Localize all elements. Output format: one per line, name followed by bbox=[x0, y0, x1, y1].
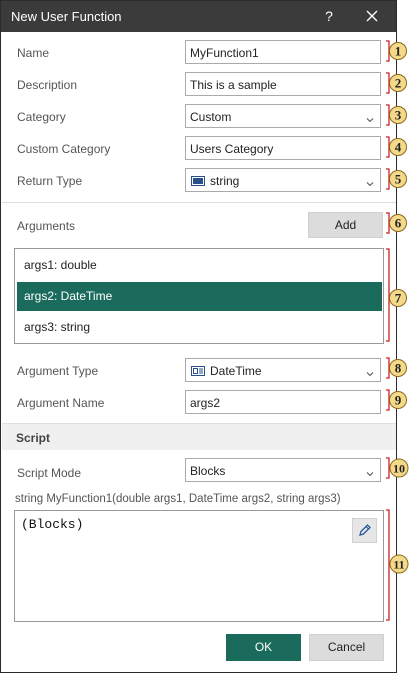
window-title: New User Function bbox=[11, 9, 122, 24]
category-value: Custom bbox=[190, 110, 232, 124]
script-mode-label: Script Mode bbox=[17, 466, 82, 480]
help-button[interactable]: ? bbox=[321, 8, 337, 24]
list-item[interactable]: args3: string bbox=[17, 313, 382, 342]
chevron-down-icon bbox=[366, 177, 374, 187]
callout-number: 7 bbox=[395, 291, 402, 306]
argument-name-value: args2 bbox=[190, 396, 221, 410]
argument-name-label: Argument Name bbox=[17, 396, 105, 410]
callout-number: 2 bbox=[395, 76, 402, 91]
argument-name-input[interactable]: args2 bbox=[185, 390, 381, 414]
callout-number: 9 bbox=[395, 393, 402, 408]
script-section-title: Script bbox=[16, 431, 51, 445]
edit-script-button[interactable] bbox=[352, 518, 377, 543]
name-value: MyFunction1 bbox=[190, 46, 259, 60]
ok-button-label: OK bbox=[254, 640, 273, 654]
custom-category-input[interactable]: Users Category bbox=[185, 136, 381, 160]
callout-marker-9: 9 bbox=[385, 389, 407, 411]
name-label: Name bbox=[17, 46, 50, 60]
category-label: Category bbox=[17, 110, 66, 124]
calendar-type-icon bbox=[191, 365, 205, 376]
add-argument-button[interactable]: Add bbox=[308, 212, 383, 238]
new-user-function-dialog: New User Function ? Name MyFunction1 Des… bbox=[0, 0, 397, 673]
cancel-button-label: Cancel bbox=[327, 640, 366, 654]
description-label: Description bbox=[17, 78, 78, 92]
script-code: (Blocks) bbox=[21, 517, 84, 532]
return-type-value: string bbox=[210, 174, 240, 188]
callout-number: 4 bbox=[395, 140, 402, 155]
title-bar: New User Function ? bbox=[1, 1, 396, 32]
script-mode-select[interactable]: Blocks bbox=[185, 458, 381, 482]
custom-category-label: Custom Category bbox=[17, 142, 111, 156]
return-type-select[interactable]: string bbox=[185, 168, 381, 192]
argument-type-value: DateTime bbox=[210, 364, 262, 378]
list-item[interactable]: args1: double bbox=[17, 251, 382, 280]
custom-category-value: Users Category bbox=[190, 142, 274, 156]
script-mode-value: Blocks bbox=[190, 464, 226, 478]
arguments-label: Arguments bbox=[17, 219, 76, 233]
abc-type-icon bbox=[191, 175, 205, 186]
script-section-header: Script bbox=[2, 423, 396, 450]
argument-type-select[interactable]: DateTime bbox=[185, 358, 381, 382]
callout-marker-7: 7 bbox=[385, 248, 407, 342]
description-value: This is a sample bbox=[190, 78, 277, 92]
callout-marker-2: 2 bbox=[385, 72, 407, 94]
chevron-down-icon bbox=[366, 113, 374, 123]
function-signature: string MyFunction1(double args1, DateTim… bbox=[15, 493, 341, 505]
callout-marker-10: 10 bbox=[385, 457, 409, 479]
cancel-button[interactable]: Cancel bbox=[309, 634, 384, 661]
callout-number: 3 bbox=[395, 108, 402, 123]
callout-number: 6 bbox=[395, 216, 402, 231]
description-input[interactable]: This is a sample bbox=[185, 72, 381, 96]
callout-marker-8: 8 bbox=[385, 357, 407, 379]
return-type-label: Return Type bbox=[17, 174, 83, 188]
close-icon[interactable] bbox=[363, 7, 381, 25]
callout-marker-4: 4 bbox=[385, 136, 407, 158]
callout-number: 8 bbox=[395, 361, 402, 376]
ok-button[interactable]: OK bbox=[226, 634, 301, 661]
callout-number: 11 bbox=[393, 558, 404, 572]
chevron-down-icon bbox=[366, 367, 374, 377]
list-item-selected[interactable]: args2: DateTime bbox=[17, 282, 382, 311]
arguments-list[interactable]: args1: double args2: DateTime args3: str… bbox=[14, 248, 384, 344]
category-select[interactable]: Custom bbox=[185, 104, 381, 128]
name-input[interactable]: MyFunction1 bbox=[185, 40, 381, 64]
script-editor[interactable]: (Blocks) bbox=[14, 510, 384, 622]
chevron-down-icon bbox=[366, 467, 374, 477]
callout-marker-1: 1 bbox=[385, 40, 407, 62]
callout-number: 10 bbox=[393, 462, 405, 476]
callout-marker-3: 3 bbox=[385, 104, 407, 126]
divider bbox=[2, 202, 396, 203]
callout-number: 1 bbox=[395, 44, 402, 59]
callout-marker-5: 5 bbox=[385, 168, 407, 190]
pencil-icon bbox=[353, 524, 376, 545]
callout-marker-11: 11 bbox=[385, 509, 409, 621]
callout-marker-6: 6 bbox=[385, 212, 407, 234]
callout-number: 5 bbox=[395, 172, 402, 187]
argument-type-label: Argument Type bbox=[17, 364, 99, 378]
